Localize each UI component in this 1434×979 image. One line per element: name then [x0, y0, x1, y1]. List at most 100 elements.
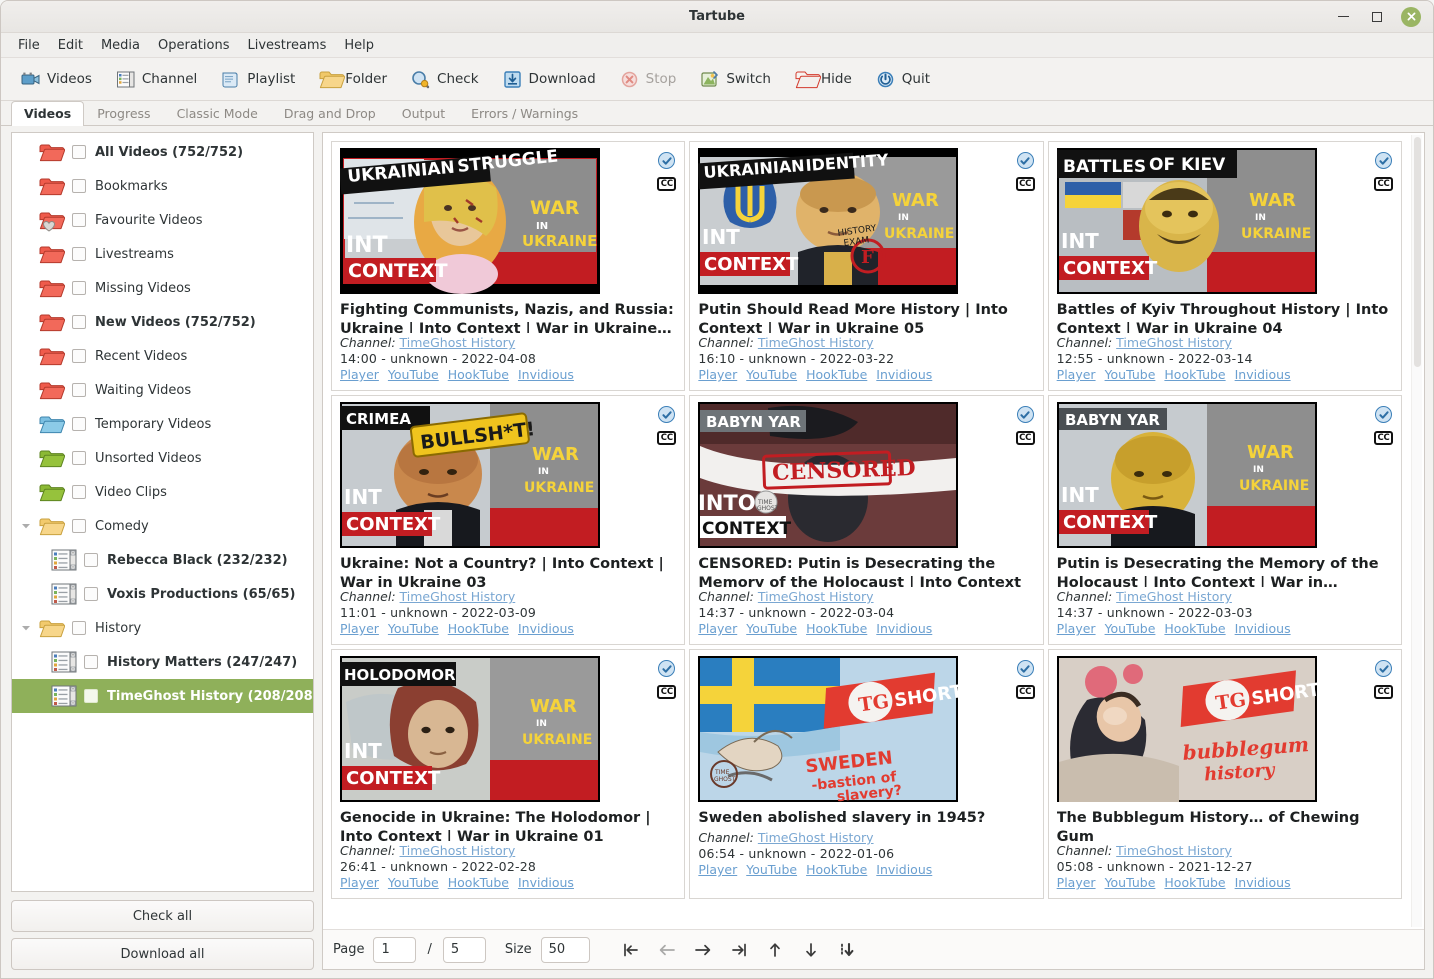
sidebar-item-recent-videos[interactable]: Recent Videos: [12, 339, 313, 373]
video-link-invidious[interactable]: Invidious: [1235, 621, 1291, 636]
video-link-invidious[interactable]: Invidious: [876, 367, 932, 382]
sidebar-item-checkbox[interactable]: [72, 383, 86, 397]
media-tree[interactable]: All Videos (752/752) Bookmarks Favourite V…: [11, 132, 314, 892]
next-page-button[interactable]: [687, 936, 719, 964]
scroll-end-button[interactable]: [831, 936, 863, 964]
sidebar-item-checkbox[interactable]: [72, 247, 86, 261]
video-card[interactable]: BATTLES OF KIEV WAR IN UKRAINE INT CONTEXT CC Ba…: [1047, 141, 1402, 391]
video-channel-link[interactable]: TimeGhost History: [758, 589, 874, 604]
closed-captions-icon[interactable]: CC: [657, 177, 677, 191]
sidebar-item-checkbox[interactable]: [72, 213, 86, 227]
maximize-button[interactable]: [1367, 7, 1387, 27]
sidebar-item-checkbox[interactable]: [72, 621, 86, 635]
sidebar-item-checkbox[interactable]: [84, 689, 98, 703]
video-link-youtube[interactable]: YouTube: [1105, 875, 1156, 890]
sidebar-item-waiting-videos[interactable]: Waiting Videos: [12, 373, 313, 407]
sidebar-item-timeghost-history[interactable]: TimeGhost History (208/208): [12, 679, 313, 713]
video-thumbnail[interactable]: TG SHORTS bubblegum history: [1056, 656, 1317, 802]
sidebar-item-unsorted-videos[interactable]: Unsorted Videos: [12, 441, 313, 475]
video-link-player[interactable]: Player: [1057, 367, 1096, 382]
scrollbar-thumb[interactable]: [1414, 137, 1421, 367]
menu-item-operations[interactable]: Operations: [149, 35, 238, 56]
sidebar-item-comedy[interactable]: Comedy: [12, 509, 313, 543]
sidebar-item-checkbox[interactable]: [72, 349, 86, 363]
video-card[interactable]: TG SHORTS SWEDEN -bastion of slavery? TIME GHO…: [689, 649, 1044, 899]
video-link-invidious[interactable]: Invidious: [518, 367, 574, 382]
video-link-youtube[interactable]: YouTube: [388, 367, 439, 382]
video-link-youtube[interactable]: YouTube: [1105, 367, 1156, 382]
video-link-youtube[interactable]: YouTube: [746, 621, 797, 636]
video-channel-link[interactable]: TimeGhost History: [400, 335, 516, 350]
sidebar-item-missing-videos[interactable]: Missing Videos: [12, 271, 313, 305]
toolbar-button-folder[interactable]: Folder: [309, 65, 397, 94]
video-card[interactable]: UKRAINIAN IDENTITY WAR IN UKRAINE INT CONTEXT F…: [689, 141, 1044, 391]
video-link-hooktube[interactable]: HookTube: [448, 875, 509, 890]
check-all-button[interactable]: Check all: [11, 900, 314, 932]
tab-errors-warnings[interactable]: Errors / Warnings: [458, 101, 591, 126]
video-link-youtube[interactable]: YouTube: [746, 862, 797, 877]
video-link-hooktube[interactable]: HookTube: [1164, 621, 1225, 636]
video-link-player[interactable]: Player: [698, 367, 737, 382]
downloaded-check-icon[interactable]: [1016, 152, 1034, 169]
close-button[interactable]: [1401, 6, 1421, 27]
video-card[interactable]: CENSORED BABYN YAR INTO CONTEXT TIME GHOST CC C…: [689, 395, 1044, 645]
video-link-player[interactable]: Player: [1057, 621, 1096, 636]
video-card[interactable]: BABYN YAR WAR IN UKRAINE INT CONTEXT CC Putin i…: [1047, 395, 1402, 645]
tab-drag-and-drop[interactable]: Drag and Drop: [271, 101, 389, 126]
menu-item-media[interactable]: Media: [92, 35, 149, 56]
sidebar-item-favourite-videos[interactable]: Favourite Videos: [12, 203, 313, 237]
video-link-invidious[interactable]: Invidious: [518, 621, 574, 636]
sidebar-item-checkbox[interactable]: [72, 315, 86, 329]
total-pages-input[interactable]: 5: [442, 936, 486, 963]
video-channel-link[interactable]: TimeGhost History: [758, 335, 874, 350]
video-thumbnail[interactable]: BABYN YAR WAR IN UKRAINE INT CONTEXT: [1056, 402, 1317, 548]
video-thumbnail[interactable]: CENSORED BABYN YAR INTO CONTEXT TIME GHOST: [698, 402, 959, 548]
closed-captions-icon[interactable]: CC: [1015, 177, 1035, 191]
video-link-youtube[interactable]: YouTube: [1105, 621, 1156, 636]
video-card[interactable]: UKRAINIAN STRUGGLE WAR IN UKRAINE INT CONTEXT C…: [331, 141, 686, 391]
downloaded-check-icon[interactable]: [658, 406, 676, 423]
menu-item-help[interactable]: Help: [335, 35, 383, 56]
toolbar-button-check[interactable]: Check: [401, 65, 489, 94]
video-link-invidious[interactable]: Invidious: [876, 621, 932, 636]
tab-output[interactable]: Output: [389, 101, 458, 126]
toolbar-button-quit[interactable]: Quit: [866, 65, 940, 94]
video-channel-link[interactable]: TimeGhost History: [1116, 589, 1232, 604]
video-link-hooktube[interactable]: HookTube: [806, 862, 867, 877]
sidebar-item-checkbox[interactable]: [84, 655, 98, 669]
sidebar-item-history[interactable]: History: [12, 611, 313, 645]
last-page-button[interactable]: [723, 936, 755, 964]
video-link-hooktube[interactable]: HookTube: [806, 621, 867, 636]
sidebar-item-checkbox[interactable]: [72, 519, 86, 533]
scroll-up-button[interactable]: [759, 936, 791, 964]
video-link-invidious[interactable]: Invidious: [518, 875, 574, 890]
sidebar-item-checkbox[interactable]: [72, 281, 86, 295]
video-card[interactable]: TG SHORTS bubblegum history CC The Bubblegum …: [1047, 649, 1402, 899]
tab-classic-mode[interactable]: Classic Mode: [164, 101, 271, 126]
video-card[interactable]: HOLODOMOR WAR IN UKRAINE INT CONTEXT CC Genocid…: [331, 649, 686, 899]
page-size-input[interactable]: 50: [540, 936, 590, 963]
video-link-player[interactable]: Player: [340, 875, 379, 890]
sidebar-item-checkbox[interactable]: [72, 417, 86, 431]
video-card[interactable]: CRIMEACRIMEABULLSH*T!WARINUKRAINEINTCONT…: [331, 395, 686, 645]
video-thumbnail[interactable]: TG SHORTS SWEDEN -bastion of slavery? TIME GHO…: [698, 656, 959, 802]
downloaded-check-icon[interactable]: [1375, 406, 1392, 423]
download-all-button[interactable]: Download all: [11, 938, 314, 970]
toolbar-button-switch[interactable]: Switch: [690, 65, 781, 94]
closed-captions-icon[interactable]: CC: [1374, 177, 1393, 191]
tab-videos[interactable]: Videos: [11, 101, 85, 126]
downloaded-check-icon[interactable]: [1375, 152, 1392, 169]
downloaded-check-icon[interactable]: [658, 152, 676, 169]
toolbar-button-hide[interactable]: Hide: [785, 65, 862, 94]
video-link-player[interactable]: Player: [698, 862, 737, 877]
video-thumbnail[interactable]: HOLODOMOR WAR IN UKRAINE INT CONTEXT: [340, 656, 600, 802]
closed-captions-icon[interactable]: CC: [1015, 685, 1035, 699]
toolbar-button-playlist[interactable]: Playlist: [211, 65, 305, 94]
toolbar-button-channel[interactable]: Channel: [106, 65, 207, 94]
sidebar-item-voxis-productions[interactable]: Voxis Productions (65/65): [12, 577, 313, 611]
downloaded-check-icon[interactable]: [1016, 406, 1034, 423]
video-link-hooktube[interactable]: HookTube: [448, 367, 509, 382]
sidebar-item-bookmarks[interactable]: Bookmarks: [12, 169, 313, 203]
catalogue-scrollbar[interactable]: [1411, 135, 1422, 927]
video-link-invidious[interactable]: Invidious: [1235, 367, 1291, 382]
